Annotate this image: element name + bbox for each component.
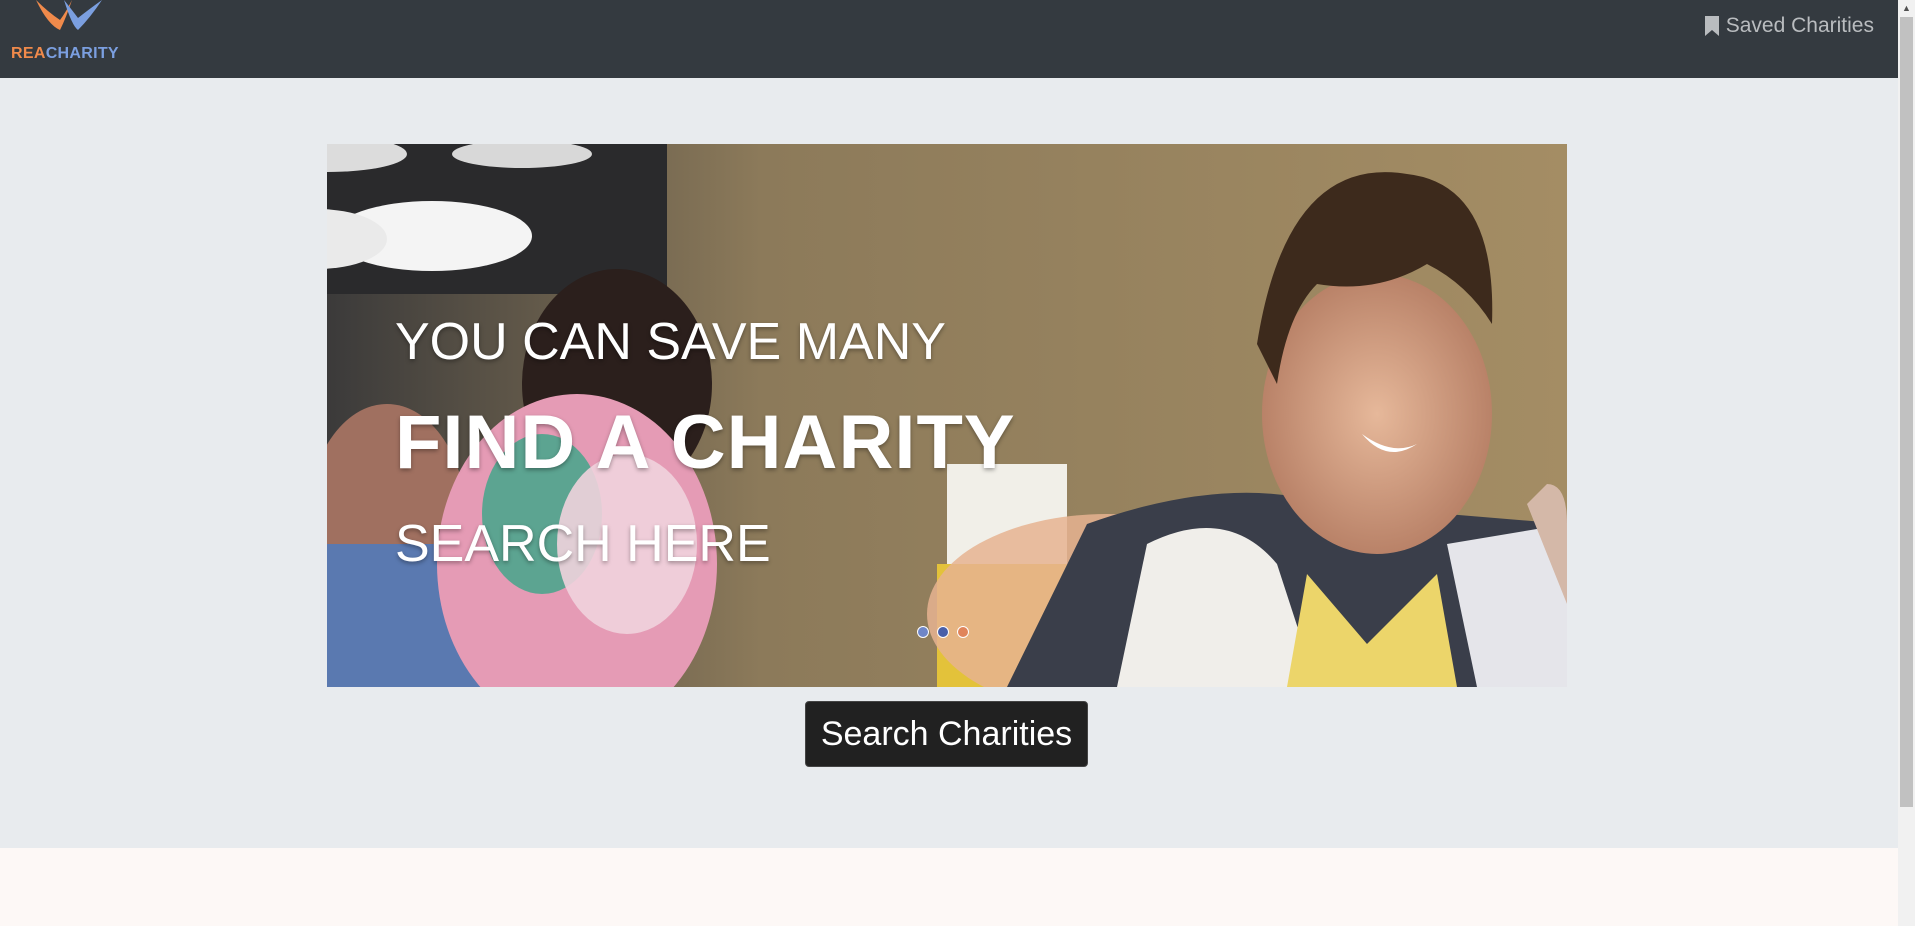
caption-title: FIND A CHARITY xyxy=(395,400,1016,485)
logo-text-part1: REA xyxy=(11,45,46,62)
carousel-indicator-1[interactable] xyxy=(917,626,929,638)
caption-cta: SEARCH HERE xyxy=(395,515,771,573)
brand-logo[interactable]: REACHARITY xyxy=(10,0,130,70)
logo-text-part2: CHARITY xyxy=(45,45,119,62)
scrollbar-thumb[interactable] xyxy=(1900,17,1913,807)
carousel-indicators xyxy=(917,626,969,638)
saved-charities-link[interactable]: Saved Charities xyxy=(1704,14,1874,38)
navbar: REACHARITY Saved Charities xyxy=(0,0,1898,78)
search-charities-button[interactable]: Search Charities xyxy=(805,701,1088,767)
scroll-up-arrow-icon[interactable]: ▲ xyxy=(1898,0,1915,17)
bookmark-icon xyxy=(1704,16,1719,36)
hero-carousel[interactable]: YOU CAN SAVE MANY FIND A CHARITY SEARCH … xyxy=(327,144,1567,687)
carousel-indicator-2[interactable] xyxy=(937,626,949,638)
logo-text: REACHARITY xyxy=(11,45,119,63)
carousel-indicator-3[interactable] xyxy=(957,626,969,638)
logo-mark-icon xyxy=(36,0,102,30)
caption-subtitle: YOU CAN SAVE MANY xyxy=(395,313,946,371)
saved-charities-label: Saved Charities xyxy=(1725,14,1874,37)
hero-section: YOU CAN SAVE MANY FIND A CHARITY SEARCH … xyxy=(0,78,1898,848)
page-scrollbar[interactable]: ▲ xyxy=(1898,0,1915,926)
